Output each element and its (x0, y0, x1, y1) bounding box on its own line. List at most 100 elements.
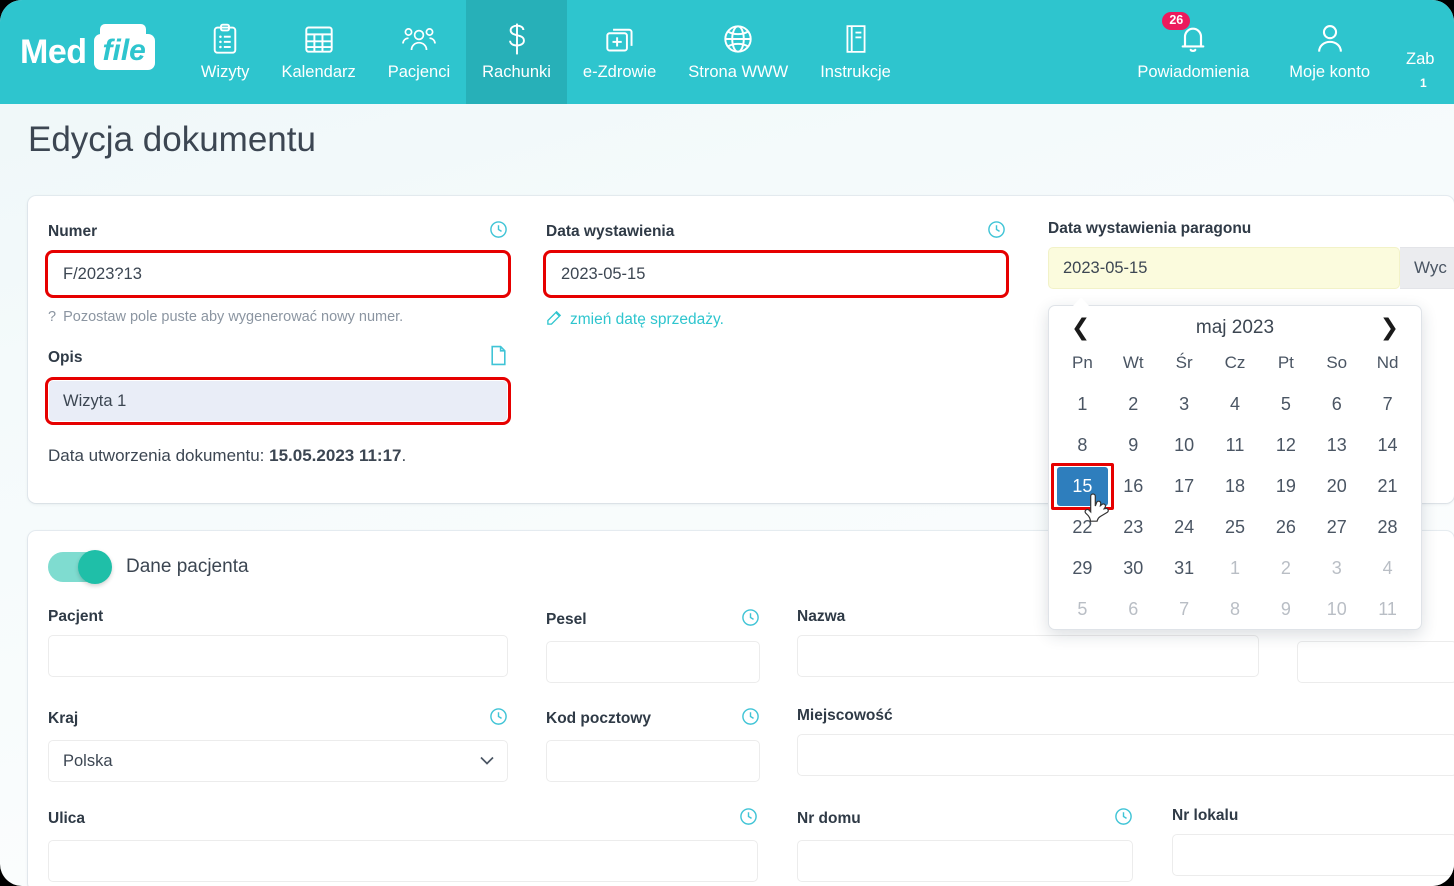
nav-item-wizyty[interactable]: Wizyty (185, 0, 266, 104)
nav-item-rachunki[interactable]: Rachunki (466, 0, 567, 104)
next-month-button[interactable]: ❯ (1380, 316, 1399, 339)
datepicker-day[interactable]: 23 (1108, 508, 1159, 547)
logo-folder-tab (99, 24, 146, 37)
datepicker-day[interactable]: 18 (1210, 467, 1261, 506)
datepicker-day[interactable]: 2 (1108, 385, 1159, 424)
kod-pocztowy-input[interactable] (546, 740, 760, 782)
datepicker-day[interactable]: 27 (1311, 508, 1362, 547)
datepicker-day[interactable]: 5 (1260, 385, 1311, 424)
datepicker-day[interactable]: 31 (1159, 549, 1210, 588)
patient-data-toggle-label: Dane pacjenta (126, 556, 249, 577)
pacjent-input[interactable] (48, 635, 508, 677)
notification-badge: 26 (1162, 12, 1191, 30)
datepicker-day[interactable]: 11 (1210, 426, 1261, 465)
change-sale-date-link[interactable]: zmień datę sprzedaży. (546, 309, 1006, 331)
datepicker-day[interactable]: 3 (1159, 385, 1210, 424)
nav-label: Strona WWW (688, 63, 789, 81)
nav-clipped-sub: 1 (1420, 76, 1427, 90)
clock-icon[interactable] (739, 807, 758, 831)
nav-item-zabiegi-clipped[interactable]: Zab 1 (1390, 0, 1454, 104)
patient-data-toggle[interactable] (48, 550, 112, 584)
miejscowosc-input[interactable] (797, 734, 1454, 776)
datepicker-day[interactable]: 4 (1210, 385, 1261, 424)
nav-item-pacjenci[interactable]: Pacjenci (372, 0, 466, 104)
numer-input[interactable] (48, 253, 508, 295)
numer-hint: ? Pozostaw pole puste aby wygenerować no… (48, 309, 404, 325)
datepicker-day[interactable]: 29 (1057, 549, 1108, 588)
datepicker-day[interactable]: 22 (1057, 508, 1108, 547)
nr-lokalu-input[interactable] (1172, 834, 1454, 876)
opis-input[interactable] (48, 380, 508, 422)
clock-icon[interactable] (489, 707, 508, 731)
data-wystawienia-input[interactable] (546, 253, 1006, 295)
prev-month-button[interactable]: ❮ (1071, 316, 1090, 339)
data-paragonu-input[interactable] (1048, 247, 1400, 289)
datepicker-day[interactable]: 26 (1260, 508, 1311, 547)
datepicker-day[interactable]: 3 (1311, 549, 1362, 588)
datepicker-day[interactable]: 16 (1108, 467, 1159, 506)
nav-item-moje-konto[interactable]: Moje konto (1269, 0, 1390, 104)
datepicker-day[interactable]: 1 (1210, 549, 1261, 588)
globe-icon (723, 22, 753, 56)
nav-item-e-zdrowie[interactable]: e-Zdrowie (567, 0, 672, 104)
document-icon[interactable] (489, 345, 508, 371)
datepicker-day[interactable]: 17 (1159, 467, 1210, 506)
datepicker-day[interactable]: 19 (1260, 467, 1311, 506)
clock-icon[interactable] (741, 608, 760, 632)
datepicker-day[interactable]: 9 (1260, 590, 1311, 629)
app-logo[interactable]: Med file (0, 0, 171, 104)
datepicker-day[interactable]: 7 (1159, 590, 1210, 629)
datepicker-day[interactable]: 20 (1311, 467, 1362, 506)
datepicker-day[interactable]: 9 (1108, 426, 1159, 465)
datepicker-day[interactable]: 24 (1159, 508, 1210, 547)
datepicker-day[interactable]: 21 (1362, 467, 1413, 506)
label-opis: Opis (48, 345, 508, 371)
nav-item-strona-www[interactable]: Strona WWW (672, 0, 804, 104)
pesel-input[interactable] (546, 641, 760, 683)
datepicker-day-of-week: Wt (1122, 353, 1144, 372)
edit-icon (546, 309, 563, 331)
clock-icon[interactable] (489, 220, 508, 244)
datepicker-day[interactable]: 7 (1362, 385, 1413, 424)
datepicker-day[interactable]: 8 (1210, 590, 1261, 629)
datepicker-day[interactable]: 14 (1362, 426, 1413, 465)
label-nr-lokalu: Nr lokalu (1172, 807, 1239, 824)
datepicker-day[interactable]: 6 (1108, 590, 1159, 629)
clear-date-button[interactable]: Wyc (1400, 247, 1454, 289)
datepicker-day[interactable]: 30 (1108, 549, 1159, 588)
clock-icon[interactable] (741, 707, 760, 731)
datepicker-month-label: maj 2023 (1195, 316, 1275, 338)
nav-item-kalendarz[interactable]: Kalendarz (265, 0, 371, 104)
datepicker-day[interactable]: 10 (1311, 590, 1362, 629)
label-kod-pocztowy: Kod pocztowy (546, 707, 760, 731)
datepicker-day-selected[interactable]: 15 (1051, 463, 1114, 510)
nr-domu-input[interactable] (797, 840, 1133, 882)
ulica-input[interactable] (48, 840, 758, 882)
top-navigation-bar: Med file Wizyty Kalendarz Pacjenci Rachu… (0, 0, 1454, 104)
datepicker-day[interactable]: 10 (1159, 426, 1210, 465)
datepicker-day[interactable]: 11 (1362, 590, 1413, 629)
nav-item-instrukcje[interactable]: Instrukcje (804, 0, 907, 104)
datepicker-day[interactable]: 13 (1311, 426, 1362, 465)
nav-label: Powiadomienia (1137, 63, 1250, 81)
nav-item-powiadomienia[interactable]: 26 Powiadomienia (1117, 0, 1269, 104)
datepicker-day[interactable]: 2 (1260, 549, 1311, 588)
question-mark-icon: ? (48, 309, 57, 325)
extra-field-input[interactable] (1297, 641, 1454, 683)
datepicker-day[interactable]: 1 (1057, 385, 1108, 424)
datepicker-day[interactable]: 25 (1210, 508, 1261, 547)
datepicker-day[interactable]: 28 (1362, 508, 1413, 547)
nav-label: Rachunki (482, 63, 551, 81)
datepicker-day[interactable]: 4 (1362, 549, 1413, 588)
logo-text-file: file (93, 34, 155, 70)
date-picker-popup: ❮ maj 2023 ❯ Pn Wt Śr Cz Pt So Nd 1 2 3 4 5 6 7 8 9 10 11… (1048, 297, 1422, 630)
clock-icon[interactable] (987, 220, 1006, 244)
nazwa-input[interactable] (797, 635, 1259, 677)
kraj-select[interactable] (48, 740, 508, 782)
datepicker-day[interactable]: 12 (1260, 426, 1311, 465)
datepicker-day[interactable]: 8 (1057, 426, 1108, 465)
clock-icon[interactable] (1114, 807, 1133, 831)
label-pacjent: Pacjent (48, 608, 104, 625)
datepicker-day[interactable]: 6 (1311, 385, 1362, 424)
datepicker-day[interactable]: 5 (1057, 590, 1108, 629)
